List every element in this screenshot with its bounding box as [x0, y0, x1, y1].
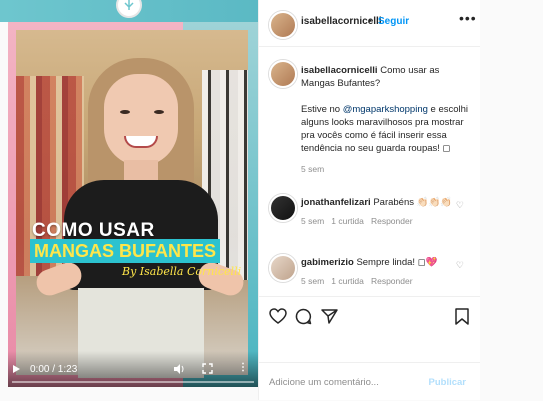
- person-eye-left: [120, 110, 130, 114]
- avatar[interactable]: [269, 11, 297, 39]
- like-comment-heart-icon[interactable]: ♡: [456, 200, 464, 211]
- volume-icon[interactable]: [173, 363, 185, 378]
- like-comment-heart-icon[interactable]: ♡: [456, 260, 464, 271]
- header-separator: •: [368, 16, 372, 27]
- publish-button[interactable]: Publicar: [429, 377, 467, 388]
- comment-likes[interactable]: 1 curtida: [331, 216, 364, 226]
- add-comment-bar: Adicione um comentário... Publicar: [259, 362, 480, 401]
- comment-input[interactable]: Adicione um comentário...: [269, 377, 379, 388]
- comment-time: 5 sem: [301, 216, 325, 226]
- comment-bubble-icon[interactable]: [295, 308, 312, 330]
- comment-time: 5 sem: [301, 276, 325, 286]
- more-options-icon[interactable]: •••: [459, 10, 477, 26]
- post-actions: [259, 296, 480, 337]
- person-face: [104, 74, 178, 166]
- video-title-line2: MANGAS BUFANTES: [30, 239, 221, 263]
- reply-button[interactable]: Responder: [371, 216, 413, 226]
- mention-link[interactable]: @mgaparkshopping: [343, 104, 428, 115]
- comment-item: jonathanfelizari Parabéns 👏🏻👏🏻👏🏻 5 sem 1…: [301, 196, 461, 228]
- caption-text-before: Estive no: [301, 104, 343, 115]
- post-panel: isabellacornicelli • Seguir ••• isabella…: [258, 0, 480, 400]
- save-bookmark-icon[interactable]: [455, 308, 469, 330]
- play-icon[interactable]: [13, 365, 20, 373]
- caption-username[interactable]: isabellacornicelli: [301, 65, 378, 76]
- video-frame: [16, 30, 248, 378]
- like-heart-icon[interactable]: [269, 308, 287, 329]
- brand-logo-icon: [116, 0, 142, 18]
- video-player[interactable]: COMO USAR MANGAS BUFANTES By Isabella Co…: [8, 22, 258, 387]
- video-controls: 0:00 / 1:23 ⋮: [8, 351, 258, 387]
- caption-time: 5 sem: [301, 164, 325, 174]
- video-time: 0:00 / 1:23: [30, 364, 78, 375]
- comment-meta: 5 sem 1 curtida Responder: [301, 215, 461, 228]
- video-progress-bar[interactable]: [12, 381, 254, 383]
- comment-text: Sempre linda! ◻💖: [356, 257, 438, 268]
- post-header: isabellacornicelli • Seguir •••: [259, 0, 480, 47]
- comment-username[interactable]: jonathanfelizari: [301, 197, 371, 208]
- comment-username[interactable]: gabimerizio: [301, 257, 354, 268]
- share-paper-plane-icon[interactable]: [321, 308, 338, 329]
- caption-avatar[interactable]: [269, 60, 297, 88]
- comment-avatar[interactable]: [269, 254, 297, 282]
- post-caption: isabellacornicelli Como usar as Mangas B…: [301, 64, 473, 176]
- follow-button[interactable]: Seguir: [378, 16, 409, 27]
- video-byline: By Isabella Cornicelli: [122, 265, 242, 278]
- comment-item: gabimerizio Sempre linda! ◻💖 5 sem 1 cur…: [301, 256, 461, 288]
- video-more-icon[interactable]: ⋮: [238, 362, 248, 373]
- fullscreen-icon[interactable]: [202, 363, 213, 377]
- comment-text: Parabéns 👏🏻👏🏻👏🏻: [373, 197, 453, 208]
- reply-button[interactable]: Responder: [371, 276, 413, 286]
- person-eye-right: [154, 110, 164, 114]
- comment-likes[interactable]: 1 curtida: [331, 276, 364, 286]
- comment-avatar[interactable]: [269, 194, 297, 222]
- comment-meta: 5 sem 1 curtida Responder: [301, 275, 461, 288]
- video-top-strip: [0, 0, 258, 22]
